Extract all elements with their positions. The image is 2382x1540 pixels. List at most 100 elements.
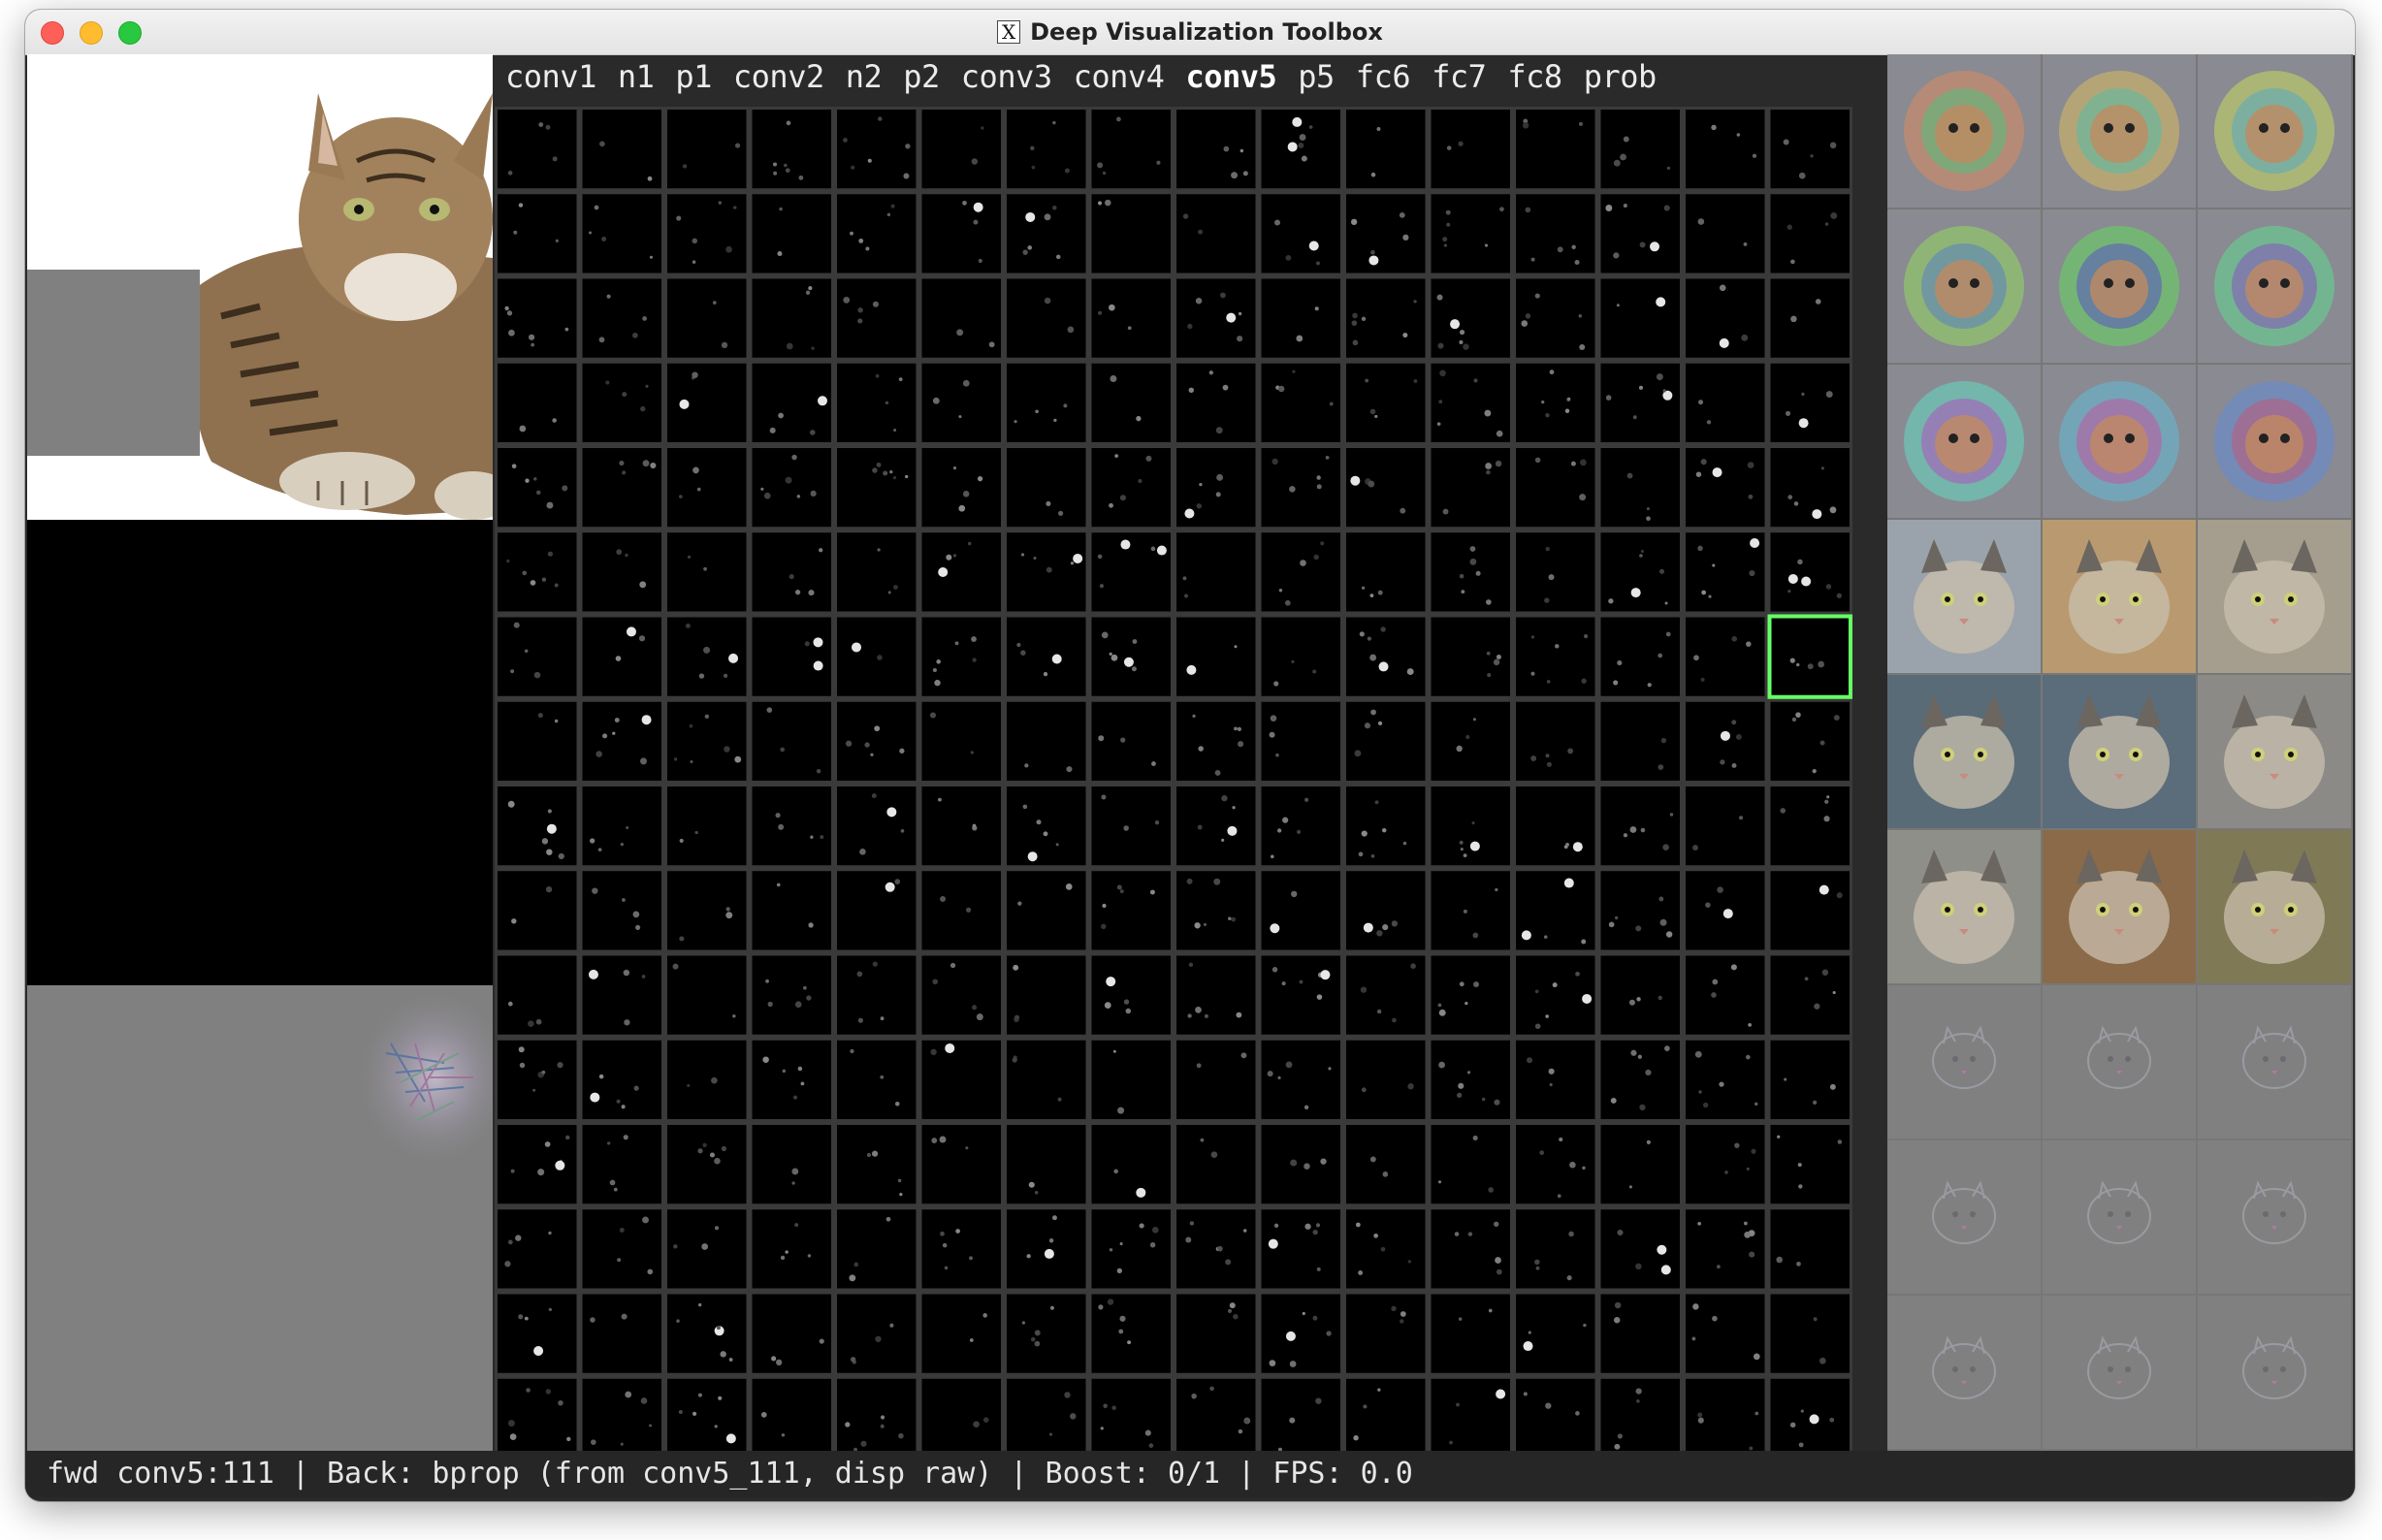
unit-cell[interactable] bbox=[1600, 1209, 1681, 1289]
activation-grid[interactable] bbox=[495, 107, 1852, 1460]
unit-cell[interactable] bbox=[1516, 1125, 1595, 1204]
unit-cell[interactable] bbox=[1007, 1378, 1086, 1458]
unit-cell[interactable] bbox=[1516, 110, 1595, 189]
layer-tab-p2[interactable]: p2 bbox=[892, 58, 950, 97]
unit-cell[interactable] bbox=[1686, 1378, 1765, 1458]
layer-tab-p1[interactable]: p1 bbox=[664, 58, 723, 97]
unit-cell[interactable] bbox=[667, 617, 747, 696]
unit-cell[interactable] bbox=[667, 1294, 747, 1373]
unit-cell[interactable] bbox=[1516, 194, 1595, 273]
unit-cell[interactable] bbox=[1346, 1378, 1426, 1458]
unit-cell[interactable] bbox=[1431, 1378, 1511, 1458]
layer-tab-conv4[interactable]: conv4 bbox=[1063, 58, 1175, 97]
unit-cell[interactable] bbox=[667, 1125, 747, 1204]
unit-cell[interactable] bbox=[1346, 110, 1426, 189]
unit-cell[interactable] bbox=[1346, 194, 1426, 273]
unit-cell[interactable] bbox=[582, 1378, 662, 1458]
unit-cell[interactable] bbox=[921, 194, 1002, 273]
unit-cell[interactable] bbox=[1346, 448, 1426, 528]
unit-cell[interactable] bbox=[837, 363, 917, 442]
unit-cell[interactable] bbox=[667, 871, 747, 950]
unit-cell[interactable] bbox=[752, 363, 832, 442]
unit-cell[interactable] bbox=[1431, 1125, 1511, 1204]
unit-cell[interactable] bbox=[667, 955, 747, 1035]
unit-cell[interactable] bbox=[498, 701, 577, 781]
unit-cell[interactable] bbox=[667, 1040, 747, 1119]
unit-cell[interactable] bbox=[1516, 786, 1595, 866]
unit-cell[interactable] bbox=[1007, 1040, 1086, 1119]
unit-cell[interactable] bbox=[837, 617, 917, 696]
unit-cell[interactable] bbox=[1516, 1040, 1595, 1119]
unit-cell[interactable] bbox=[498, 1378, 577, 1458]
unit-cell[interactable] bbox=[1600, 701, 1681, 781]
unit-cell[interactable] bbox=[1600, 1378, 1681, 1458]
unit-cell[interactable] bbox=[921, 955, 1002, 1035]
layer-tab-conv2[interactable]: conv2 bbox=[723, 58, 835, 97]
unit-cell[interactable] bbox=[752, 871, 832, 950]
unit-cell[interactable] bbox=[1346, 1125, 1426, 1204]
unit-cell[interactable] bbox=[752, 1125, 832, 1204]
unit-cell[interactable] bbox=[1516, 1294, 1595, 1373]
unit-cell[interactable] bbox=[1007, 1209, 1086, 1289]
unit-cell[interactable] bbox=[1007, 278, 1086, 358]
unit-cell[interactable] bbox=[1431, 1040, 1511, 1119]
unit-cell[interactable] bbox=[1007, 617, 1086, 696]
unit-cell[interactable] bbox=[1431, 871, 1511, 950]
unit-cell[interactable] bbox=[582, 448, 662, 528]
unit-cell[interactable] bbox=[1176, 617, 1256, 696]
unit-cell[interactable] bbox=[1686, 278, 1765, 358]
unit-cell[interactable] bbox=[498, 955, 577, 1035]
unit-cell[interactable] bbox=[582, 194, 662, 273]
unit-cell[interactable] bbox=[1600, 363, 1681, 442]
unit-cell[interactable] bbox=[1600, 786, 1681, 866]
unit-cell[interactable] bbox=[921, 278, 1002, 358]
unit-cell[interactable] bbox=[1091, 532, 1172, 612]
unit-cell[interactable] bbox=[1261, 701, 1341, 781]
unit-cell[interactable] bbox=[1770, 617, 1851, 696]
unit-cell[interactable] bbox=[1600, 1125, 1681, 1204]
unit-cell[interactable] bbox=[1686, 448, 1765, 528]
unit-cell[interactable] bbox=[1261, 617, 1341, 696]
unit-cell[interactable] bbox=[1770, 278, 1851, 358]
unit-cell[interactable] bbox=[582, 532, 662, 612]
unit-cell[interactable] bbox=[1346, 1294, 1426, 1373]
unit-cell[interactable] bbox=[921, 617, 1002, 696]
unit-cell[interactable] bbox=[1261, 1294, 1341, 1373]
unit-cell[interactable] bbox=[1176, 1125, 1256, 1204]
layer-tab-conv5[interactable]: conv5 bbox=[1175, 58, 1287, 97]
unit-cell[interactable] bbox=[1346, 871, 1426, 950]
unit-cell[interactable] bbox=[1261, 871, 1341, 950]
unit-cell[interactable] bbox=[752, 532, 832, 612]
unit-cell[interactable] bbox=[1686, 955, 1765, 1035]
unit-cell[interactable] bbox=[1516, 278, 1595, 358]
unit-cell[interactable] bbox=[498, 786, 577, 866]
unit-cell[interactable] bbox=[1770, 363, 1851, 442]
unit-cell[interactable] bbox=[1686, 363, 1765, 442]
unit-cell[interactable] bbox=[1346, 786, 1426, 866]
unit-cell[interactable] bbox=[1261, 1378, 1341, 1458]
unit-cell[interactable] bbox=[837, 1209, 917, 1289]
unit-cell[interactable] bbox=[1516, 955, 1595, 1035]
unit-cell[interactable] bbox=[1091, 871, 1172, 950]
layer-tab-n1[interactable]: n1 bbox=[607, 58, 665, 97]
unit-cell[interactable] bbox=[582, 955, 662, 1035]
unit-cell[interactable] bbox=[1091, 701, 1172, 781]
unit-cell[interactable] bbox=[582, 871, 662, 950]
unit-cell[interactable] bbox=[1431, 1209, 1511, 1289]
unit-cell[interactable] bbox=[921, 1125, 1002, 1204]
unit-cell[interactable] bbox=[1686, 1209, 1765, 1289]
unit-cell[interactable] bbox=[921, 448, 1002, 528]
unit-cell[interactable] bbox=[1261, 786, 1341, 866]
unit-cell[interactable] bbox=[1770, 786, 1851, 866]
unit-cell[interactable] bbox=[837, 871, 917, 950]
unit-cell[interactable] bbox=[1600, 110, 1681, 189]
unit-cell[interactable] bbox=[837, 1378, 917, 1458]
unit-cell[interactable] bbox=[1770, 110, 1851, 189]
unit-cell[interactable] bbox=[1091, 617, 1172, 696]
unit-cell[interactable] bbox=[498, 1294, 577, 1373]
unit-cell[interactable] bbox=[752, 1209, 832, 1289]
unit-cell[interactable] bbox=[1346, 617, 1426, 696]
unit-cell[interactable] bbox=[498, 1040, 577, 1119]
unit-cell[interactable] bbox=[1261, 532, 1341, 612]
unit-cell[interactable] bbox=[1007, 1294, 1086, 1373]
